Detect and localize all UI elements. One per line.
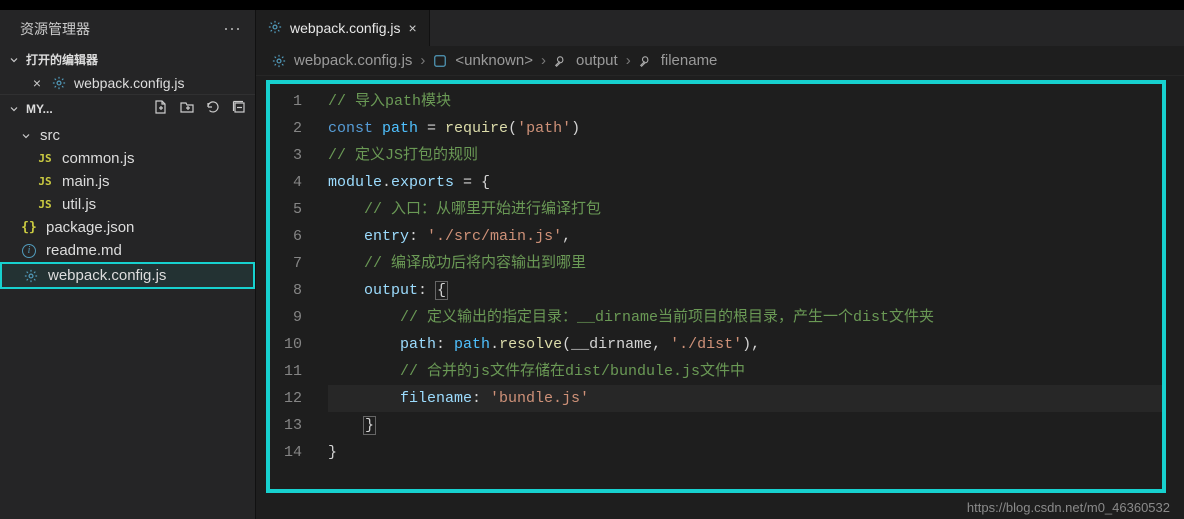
gear-icon	[22, 269, 40, 283]
breadcrumbs[interactable]: webpack.config.js › <unknown> › output ›…	[256, 46, 1184, 76]
chevron-down-icon	[8, 54, 20, 66]
sidebar: 资源管理器 ··· 打开的编辑器 × webpack.config.js MY..…	[0, 10, 256, 519]
new-folder-icon[interactable]	[179, 99, 195, 118]
line-gutter: 1234567891011121314	[270, 84, 314, 489]
file-item[interactable]: i readme.md	[0, 239, 255, 262]
js-file-icon: JS	[36, 175, 54, 188]
collapse-all-icon[interactable]	[231, 99, 247, 118]
folder-item[interactable]: src	[0, 124, 255, 147]
sidebar-title: 资源管理器	[20, 19, 90, 39]
wrench-icon	[554, 54, 568, 68]
wrench-icon	[639, 54, 653, 68]
code-line[interactable]: // 导入path模块	[328, 88, 1162, 115]
folder-name[interactable]: MY...	[26, 102, 53, 116]
breadcrumb-segment[interactable]: output	[576, 52, 618, 69]
watermark: https://blog.csdn.net/m0_46360532	[967, 500, 1170, 515]
breadcrumb-segment[interactable]: filename	[661, 52, 718, 69]
chevron-down-icon	[8, 103, 20, 115]
code-line[interactable]: output: {	[328, 277, 1162, 304]
code-line[interactable]: path: path.resolve(__dirname, './dist'),	[328, 331, 1162, 358]
open-editors-header[interactable]: 打开的编辑器	[0, 47, 255, 72]
tree-item-label: webpack.config.js	[48, 267, 166, 284]
refresh-icon[interactable]	[205, 99, 221, 118]
code-line[interactable]: module.exports = {	[328, 169, 1162, 196]
tree-item-label: package.json	[46, 219, 134, 236]
file-item[interactable]: JS util.js	[0, 193, 255, 216]
code-line[interactable]: const path = require('path')	[328, 115, 1162, 142]
tabbar: webpack.config.js ×	[256, 10, 1184, 46]
close-icon[interactable]: ×	[30, 75, 44, 91]
chevron-down-icon	[20, 130, 32, 142]
tab-label: webpack.config.js	[290, 20, 401, 36]
editor-tab[interactable]: webpack.config.js ×	[256, 10, 430, 46]
chevron-right-icon: ›	[626, 52, 631, 69]
info-icon: i	[20, 244, 38, 258]
code-line[interactable]: // 合并的js文件存储在dist/bundule.js文件中	[328, 358, 1162, 385]
gear-icon	[50, 76, 68, 90]
breadcrumb-file[interactable]: webpack.config.js	[294, 52, 412, 69]
gear-icon	[268, 20, 282, 37]
code-line[interactable]: }	[328, 412, 1162, 439]
open-editors-list: × webpack.config.js	[0, 72, 255, 94]
code-editor[interactable]: 1234567891011121314 // 导入path模块const pat…	[266, 80, 1166, 493]
code-line[interactable]: // 入口：从哪里开始进行编译打包	[328, 196, 1162, 223]
file-item[interactable]: webpack.config.js	[0, 262, 255, 289]
file-item[interactable]: JS main.js	[0, 170, 255, 193]
close-icon[interactable]: ×	[409, 20, 417, 36]
file-item[interactable]: JS common.js	[0, 147, 255, 170]
tree-item-label: readme.md	[46, 242, 122, 259]
tree-item-label: src	[40, 127, 60, 144]
gear-icon	[272, 54, 286, 68]
chevron-right-icon: ›	[541, 52, 546, 69]
code-content[interactable]: // 导入path模块const path = require('path')/…	[314, 84, 1162, 489]
open-editor-item[interactable]: × webpack.config.js	[4, 72, 255, 94]
menubar	[0, 0, 1184, 10]
js-file-icon: JS	[36, 198, 54, 211]
tree-item-label: main.js	[62, 173, 110, 190]
code-line[interactable]: // 定义输出的指定目录：__dirname当前项目的根目录，产生一个dist文…	[328, 304, 1162, 331]
more-icon[interactable]: ···	[223, 18, 241, 39]
code-line[interactable]: entry: './src/main.js',	[328, 223, 1162, 250]
symbol-icon	[433, 54, 447, 68]
code-line[interactable]: filename: 'bundle.js'	[328, 385, 1162, 412]
tree-item-label: util.js	[62, 196, 96, 213]
json-file-icon: {}	[20, 220, 38, 235]
breadcrumb-segment[interactable]: <unknown>	[455, 52, 533, 69]
js-file-icon: JS	[36, 152, 54, 165]
code-line[interactable]: // 编译成功后将内容输出到哪里	[328, 250, 1162, 277]
file-item[interactable]: {} package.json	[0, 216, 255, 239]
code-line[interactable]: }	[328, 439, 1162, 466]
tree-item-label: common.js	[62, 150, 135, 167]
file-tree: src JS common.js JS main.js JS util.js {} packag…	[0, 122, 255, 289]
code-line[interactable]: // 定义JS打包的规则	[328, 142, 1162, 169]
new-file-icon[interactable]	[153, 99, 169, 118]
open-editor-label: webpack.config.js	[74, 75, 185, 91]
open-editors-label: 打开的编辑器	[26, 51, 98, 68]
chevron-right-icon: ›	[420, 52, 425, 69]
